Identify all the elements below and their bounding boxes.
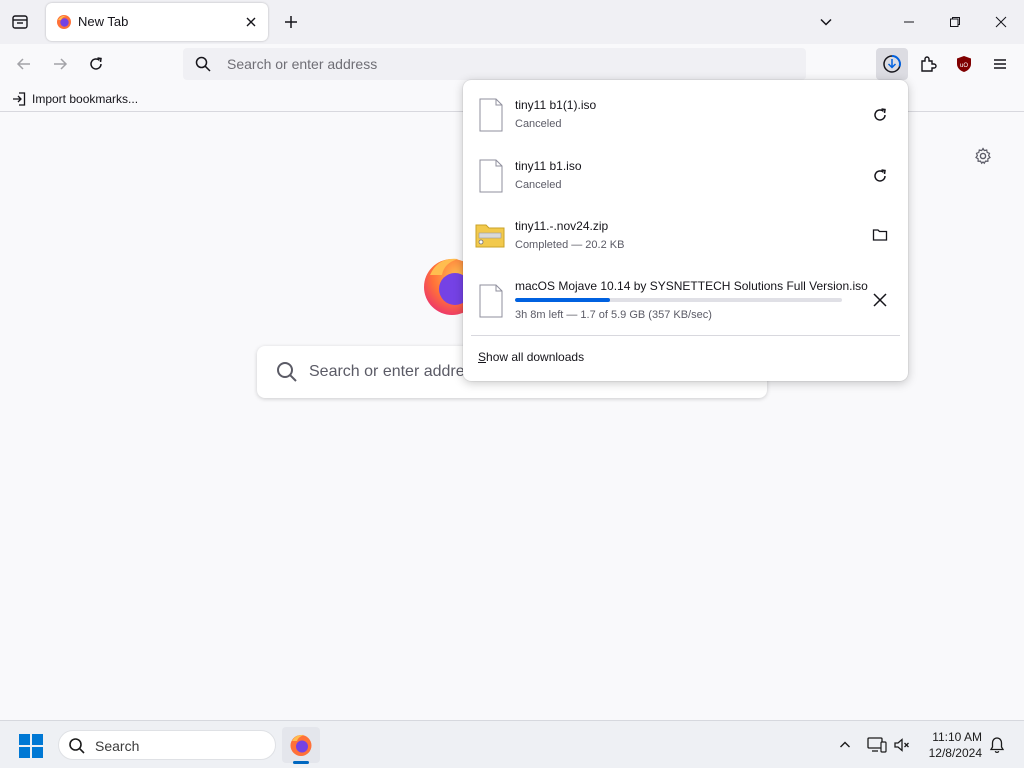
arrow-left-icon bbox=[16, 58, 30, 70]
forward-button[interactable] bbox=[46, 50, 74, 78]
divider bbox=[471, 335, 900, 336]
minimize-icon bbox=[904, 21, 914, 23]
svg-text:uO: uO bbox=[960, 63, 968, 69]
download-status: Canceled bbox=[515, 118, 562, 130]
extensions-button[interactable] bbox=[912, 48, 944, 80]
download-progress-icon bbox=[883, 55, 901, 73]
personalize-settings-button[interactable] bbox=[972, 145, 994, 167]
download-item[interactable]: tiny11 b1.iso Canceled bbox=[463, 147, 908, 207]
clock-time[interactable]: 11:10 AM bbox=[918, 730, 982, 744]
downloads-panel: tiny11 b1(1).iso Canceled tiny11 b1.iso … bbox=[463, 80, 908, 381]
close-window-button[interactable] bbox=[978, 0, 1024, 44]
import-bookmarks-label: Import bookmarks... bbox=[32, 92, 139, 106]
import-icon bbox=[13, 92, 26, 106]
tab-strip: New Tab bbox=[0, 0, 1024, 44]
download-item[interactable]: tiny11 b1(1).iso Canceled bbox=[463, 86, 908, 146]
gear-icon bbox=[975, 147, 991, 165]
notifications-button[interactable] bbox=[985, 733, 1009, 757]
show-all-access-key: S bbox=[478, 350, 487, 364]
download-progress-bar bbox=[515, 298, 842, 302]
file-icon bbox=[479, 284, 503, 318]
import-bookmarks-button[interactable]: Import bookmarks... bbox=[12, 90, 138, 108]
download-filename: tiny11.-.nov24.zip bbox=[515, 219, 609, 233]
windows-start-icon[interactable] bbox=[18, 733, 44, 759]
ublock-shield-icon: uO bbox=[957, 56, 971, 72]
close-icon bbox=[995, 16, 1007, 28]
download-filename: tiny11 b1(1).iso bbox=[515, 98, 597, 112]
network-icon bbox=[867, 737, 887, 753]
back-button[interactable] bbox=[10, 50, 38, 78]
download-status: Completed — 20.2 KB bbox=[515, 239, 625, 251]
chevron-up-icon bbox=[840, 741, 850, 748]
tab-list-icon bbox=[12, 15, 28, 29]
bell-icon bbox=[989, 737, 1005, 754]
clock-date[interactable]: 12/8/2024 bbox=[918, 746, 982, 760]
tab-new-tab[interactable]: New Tab bbox=[46, 3, 268, 41]
running-indicator bbox=[293, 761, 309, 764]
minimize-button[interactable] bbox=[886, 0, 932, 44]
retry-download-button[interactable] bbox=[864, 99, 896, 131]
download-filename: macOS Mojave 10.14 by SYSNETTECH Solutio… bbox=[515, 279, 868, 293]
close-icon bbox=[246, 17, 256, 27]
address-bar[interactable] bbox=[183, 48, 806, 80]
tab-title: New Tab bbox=[78, 14, 129, 29]
retry-icon bbox=[874, 108, 886, 121]
zip-folder-icon bbox=[475, 224, 505, 248]
app-menu-button[interactable] bbox=[984, 48, 1016, 80]
firefox-icon bbox=[57, 15, 71, 29]
downloads-button[interactable] bbox=[876, 48, 908, 80]
taskbar-search-box[interactable]: Search bbox=[58, 730, 276, 760]
download-status: Canceled bbox=[515, 179, 562, 191]
chevron-down-icon bbox=[820, 18, 832, 26]
download-filename: tiny11 b1.iso bbox=[515, 159, 582, 173]
ublock-origin-button[interactable]: uO bbox=[948, 48, 980, 80]
firefox-icon bbox=[290, 734, 312, 756]
arrow-right-icon bbox=[54, 58, 68, 70]
speaker-muted-icon bbox=[894, 738, 909, 752]
show-all-downloads-label: how all downloads bbox=[486, 350, 585, 364]
search-icon bbox=[277, 362, 297, 382]
volume-button[interactable] bbox=[890, 733, 914, 757]
list-tabs-dropdown-button[interactable] bbox=[812, 8, 840, 36]
folder-icon bbox=[872, 229, 888, 241]
navigation-toolbar: uO bbox=[0, 44, 1024, 84]
download-item[interactable]: tiny11.-.nov24.zip Completed — 20.2 KB bbox=[463, 207, 908, 267]
close-tab-button[interactable] bbox=[240, 11, 262, 33]
restore-button[interactable] bbox=[932, 0, 978, 44]
file-icon bbox=[479, 98, 503, 132]
file-icon bbox=[479, 159, 503, 193]
new-tab-button[interactable] bbox=[277, 8, 305, 36]
cancel-download-button[interactable] bbox=[864, 284, 896, 316]
address-input[interactable] bbox=[227, 48, 787, 80]
retry-icon bbox=[874, 169, 886, 182]
reload-button[interactable] bbox=[82, 50, 110, 78]
restore-icon bbox=[950, 17, 960, 27]
puzzle-piece-icon bbox=[921, 56, 937, 72]
network-status-button[interactable] bbox=[865, 733, 889, 757]
windows-taskbar: Search 11:10 AM 12/8/2024 bbox=[0, 720, 1024, 768]
show-all-downloads-button[interactable]: Show all downloads bbox=[478, 350, 584, 364]
download-progress-fill bbox=[515, 298, 610, 302]
search-icon bbox=[195, 56, 211, 72]
plus-icon bbox=[285, 16, 297, 28]
reload-icon bbox=[90, 57, 102, 70]
taskbar-app-firefox[interactable] bbox=[282, 727, 320, 764]
taskbar-search-label: Search bbox=[95, 738, 140, 754]
cancel-icon bbox=[873, 293, 887, 307]
hamburger-menu-icon bbox=[994, 59, 1006, 69]
show-in-folder-button[interactable] bbox=[864, 219, 896, 251]
show-hidden-icons-button[interactable] bbox=[833, 733, 857, 757]
list-all-tabs-button[interactable] bbox=[6, 8, 34, 36]
search-icon bbox=[69, 738, 85, 754]
download-status: 3h 8m left — 1.7 of 5.9 GB (357 KB/sec) bbox=[515, 309, 712, 321]
retry-download-button[interactable] bbox=[864, 160, 896, 192]
